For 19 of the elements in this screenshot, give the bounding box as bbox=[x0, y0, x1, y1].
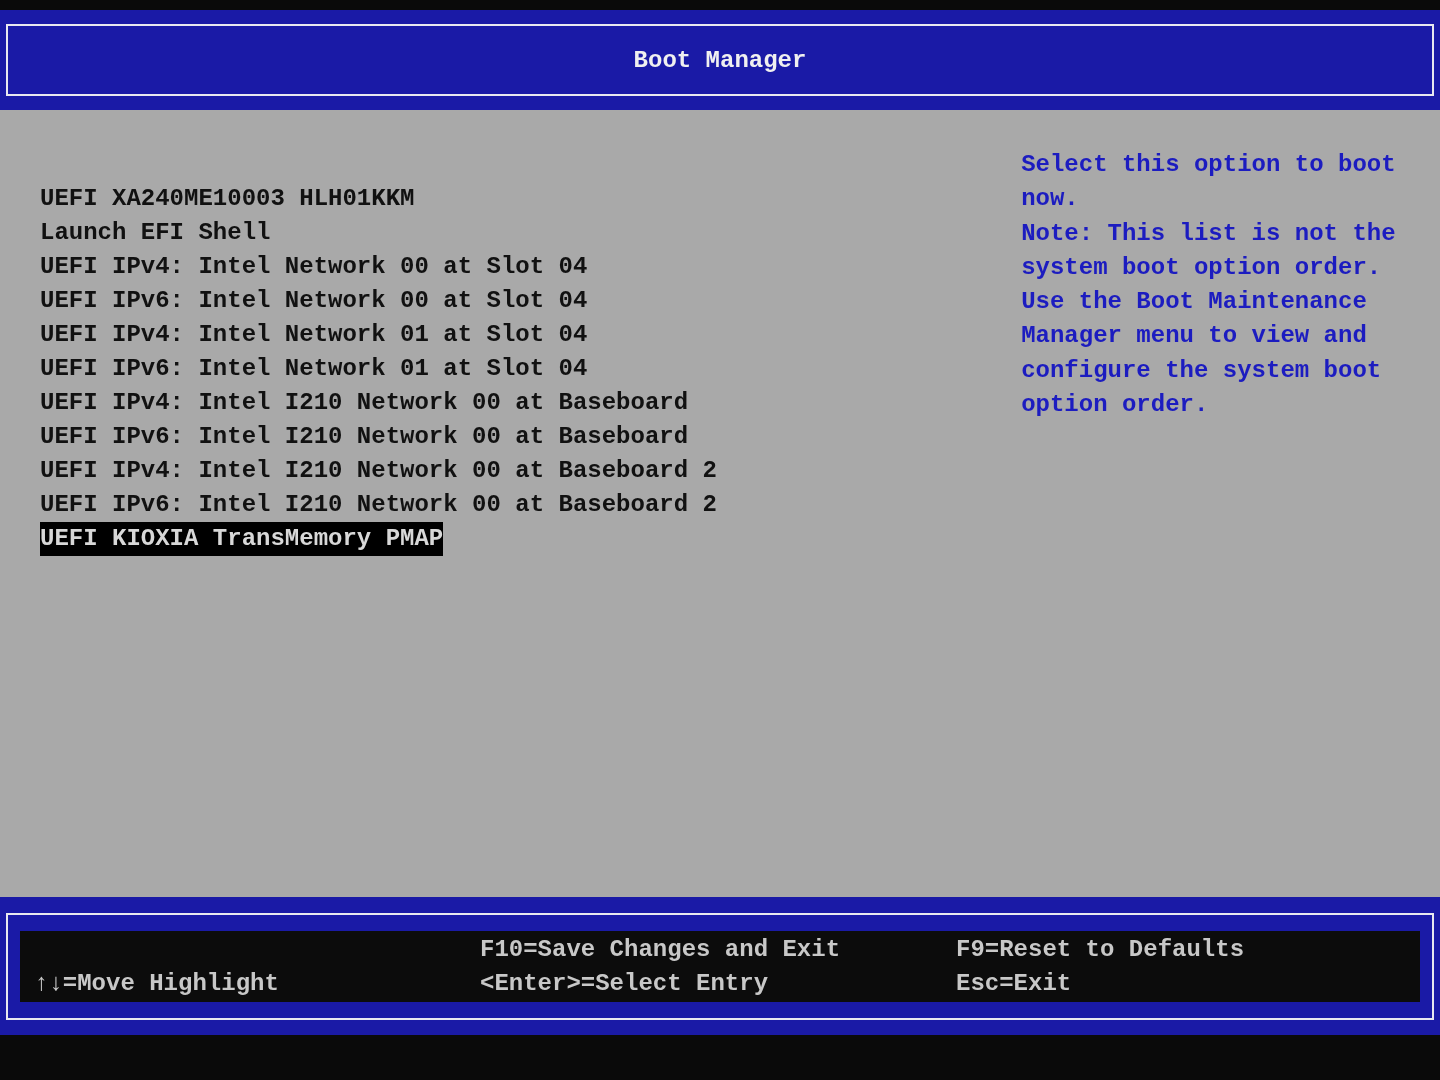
boot-option[interactable]: UEFI IPv6: Intel I210 Network 00 at Baseboard 2 bbox=[40, 488, 717, 522]
key-hint: F9=Reset to Defaults bbox=[956, 935, 1245, 963]
screen-title: Boot Manager bbox=[633, 46, 807, 74]
boot-option[interactable]: UEFI XA240ME10003 HLH01KKM bbox=[40, 182, 415, 216]
boot-option[interactable]: UEFI KIOXIA TransMemory PMAP bbox=[40, 522, 444, 556]
help-text: Note: This list is not the system boot option order. Use the Boot Maintenance Manager menu to view and configure the system boot option order. bbox=[1021, 218, 1397, 421]
key-hint: Esc=Exit bbox=[956, 969, 1072, 997]
boot-option[interactable]: UEFI IPv4: Intel Network 00 at Slot 04 bbox=[40, 250, 588, 284]
boot-option[interactable]: Launch EFI Shell bbox=[40, 216, 271, 250]
boot-option[interactable]: UEFI IPv4: Intel Network 01 at Slot 04 bbox=[40, 318, 588, 352]
key-hint: <Enter>=Select Entry bbox=[480, 969, 769, 997]
key-hint: ↑↓=Move Highlight bbox=[34, 969, 279, 997]
boot-option[interactable]: UEFI IPv6: Intel Network 00 at Slot 04 bbox=[40, 284, 588, 318]
help-text: Select this option to boot now. bbox=[1021, 150, 1397, 215]
boot-option[interactable]: UEFI IPv6: Intel I210 Network 00 at Baseboard bbox=[40, 420, 689, 454]
key-hint: F10=Save Changes and Exit bbox=[480, 935, 841, 963]
boot-option[interactable]: UEFI IPv6: Intel Network 01 at Slot 04 bbox=[40, 352, 588, 386]
boot-option[interactable]: UEFI IPv4: Intel I210 Network 00 at Baseboard bbox=[40, 386, 689, 420]
boot-option[interactable]: UEFI IPv4: Intel I210 Network 00 at Baseboard 2 bbox=[40, 454, 717, 488]
